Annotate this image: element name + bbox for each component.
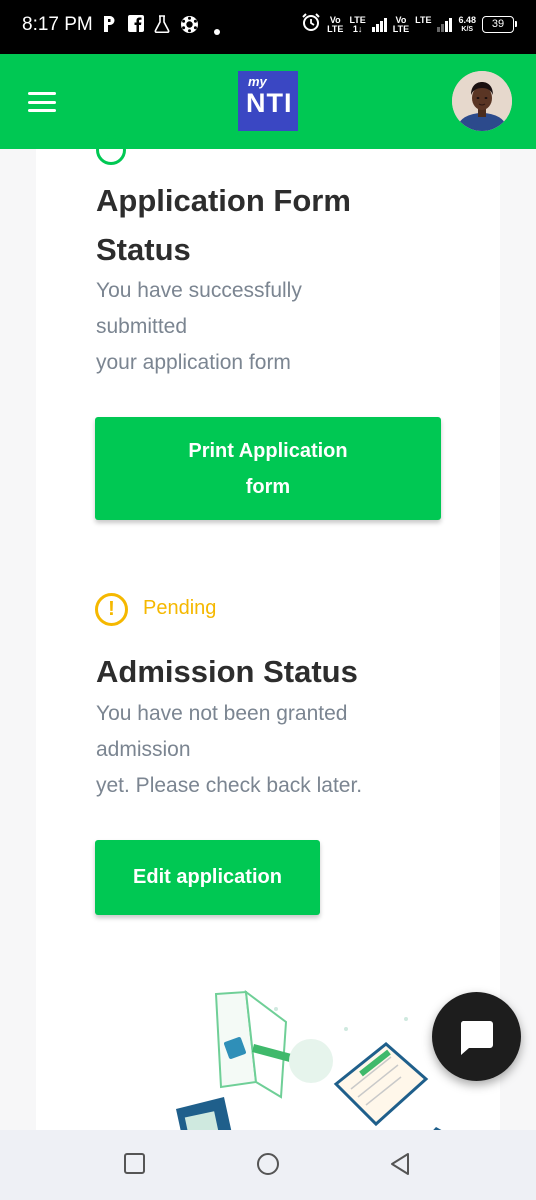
flask-icon bbox=[154, 15, 170, 38]
back-button[interactable] bbox=[388, 1152, 412, 1181]
battery-icon: 39 bbox=[482, 16, 517, 33]
status-bar: 8:17 PM Vo LTE LTE 1↓ Vo LTE LTE 6.48 K/S 39 bbox=[0, 0, 536, 54]
hamburger-menu-icon[interactable] bbox=[28, 92, 56, 112]
signal-bars-2-icon bbox=[437, 17, 453, 32]
facebook-icon bbox=[128, 15, 144, 37]
logo-my-text: my bbox=[248, 74, 267, 89]
admission-status-title: Admission Status bbox=[96, 654, 358, 689]
status-card: Application Form Status You have success… bbox=[36, 135, 500, 1164]
logo-nti-text: NTI bbox=[246, 88, 293, 118]
network-speed: 6.48 K/S bbox=[458, 14, 476, 33]
settings-app-icon bbox=[180, 15, 199, 39]
p-app-icon bbox=[102, 15, 116, 38]
alarm-icon bbox=[301, 12, 321, 37]
home-button[interactable] bbox=[256, 1152, 280, 1181]
chat-bubble-icon bbox=[460, 1021, 493, 1055]
pending-status-label: Pending bbox=[143, 597, 217, 619]
system-navigation-bar bbox=[0, 1130, 536, 1200]
lte-indicator-2: LTE bbox=[415, 14, 432, 25]
application-form-status-description: You have successfully submitted your app… bbox=[96, 279, 302, 374]
mynti-logo: my NTI bbox=[238, 71, 298, 131]
notification-dot-icon bbox=[214, 22, 220, 40]
battery-level: 39 bbox=[491, 18, 505, 30]
volte-indicator-2: Vo LTE bbox=[392, 14, 410, 34]
chat-button[interactable] bbox=[432, 992, 521, 1081]
print-application-form-button[interactable]: Print Application form bbox=[95, 417, 441, 520]
lte-indicator-1: LTE 1↓ bbox=[349, 14, 366, 34]
volte-indicator-1: Vo LTE bbox=[327, 14, 344, 34]
status-time: 8:17 PM bbox=[22, 14, 93, 35]
user-avatar[interactable] bbox=[452, 71, 512, 131]
success-check-icon bbox=[96, 135, 126, 165]
application-form-status-title: Application Form Status bbox=[96, 183, 351, 267]
warning-icon: ! bbox=[95, 593, 128, 626]
admission-status-description: You have not been granted admission yet.… bbox=[96, 702, 363, 797]
edit-application-button[interactable]: Edit application bbox=[95, 840, 320, 915]
app-header: my NTI bbox=[0, 54, 536, 149]
recent-apps-button[interactable] bbox=[123, 1152, 147, 1181]
signal-bars-1-icon bbox=[371, 17, 387, 32]
status-right-group: Vo LTE LTE 1↓ Vo LTE LTE 6.48 K/S 39 bbox=[301, 12, 517, 37]
